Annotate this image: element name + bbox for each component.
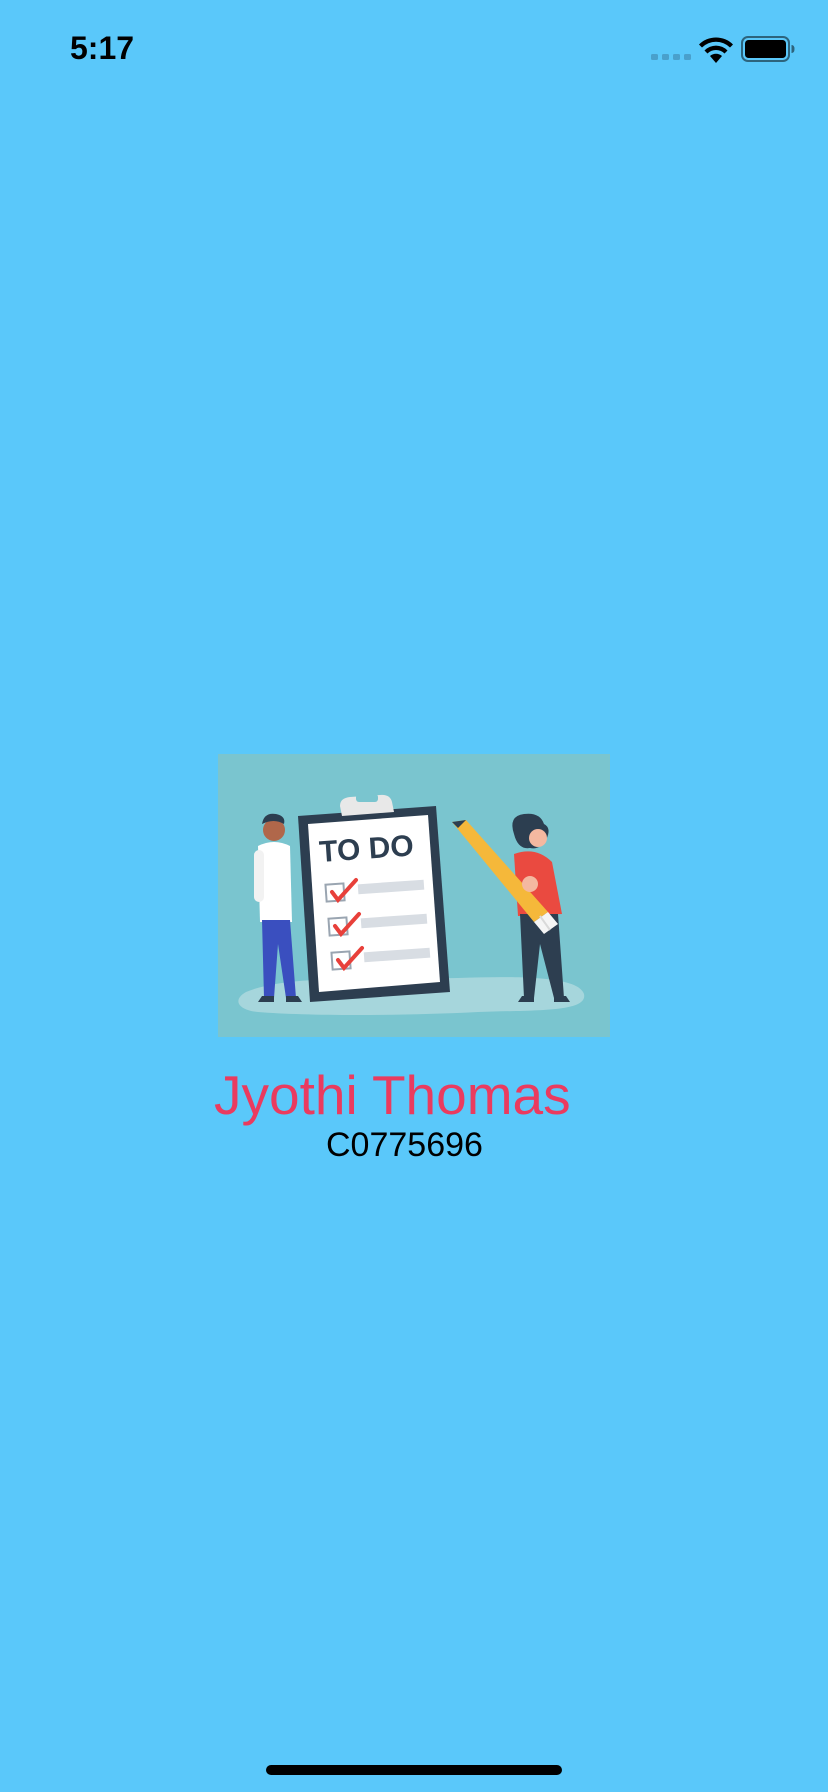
student-id: C0775696	[326, 1126, 483, 1164]
battery-icon	[741, 36, 795, 62]
todo-heading: TO DO	[318, 829, 415, 869]
name-title: Jyothi Thomas	[214, 1064, 571, 1126]
home-indicator[interactable]	[266, 1765, 562, 1775]
status-bar: 5:17	[0, 0, 828, 100]
status-time: 5:17	[70, 30, 135, 66]
signal-icon	[651, 54, 691, 60]
wifi-icon	[699, 37, 733, 63]
todo-illustration: TO DO	[218, 754, 610, 1037]
